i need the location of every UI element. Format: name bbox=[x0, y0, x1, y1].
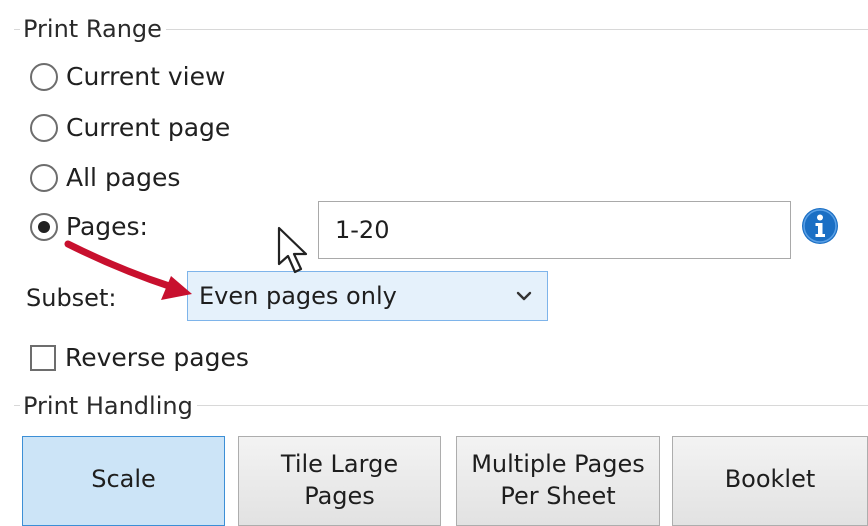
subset-selected-value: Even pages only bbox=[199, 282, 397, 310]
radio-label: Current view bbox=[66, 62, 226, 91]
pages-range-input[interactable] bbox=[318, 201, 791, 259]
mouse-cursor-icon bbox=[277, 226, 308, 274]
radio-current-page[interactable]: Current page bbox=[30, 111, 230, 145]
info-icon[interactable] bbox=[801, 207, 839, 245]
reverse-pages-checkbox[interactable] bbox=[30, 345, 56, 371]
multiple-pages-per-sheet-button[interactable]: Multiple Pages Per Sheet bbox=[456, 436, 660, 526]
chevron-down-icon bbox=[516, 291, 532, 301]
booklet-button[interactable]: Booklet bbox=[672, 436, 868, 526]
radio-current-view[interactable]: Current view bbox=[30, 60, 225, 94]
radio-label: Pages: bbox=[66, 212, 148, 241]
radio-button[interactable] bbox=[30, 164, 58, 192]
radio-pages[interactable]: Pages: bbox=[30, 210, 148, 244]
subset-label: Subset: bbox=[26, 284, 117, 312]
radio-label: Current page bbox=[66, 113, 231, 142]
radio-button-selected[interactable] bbox=[30, 213, 58, 241]
scale-button[interactable]: Scale bbox=[22, 436, 225, 526]
print-range-title: Print Range bbox=[20, 15, 166, 43]
radio-button[interactable] bbox=[30, 63, 58, 91]
print-handling-title: Print Handling bbox=[20, 392, 197, 420]
reverse-pages-label: Reverse pages bbox=[65, 343, 249, 372]
reverse-pages-row[interactable]: Reverse pages bbox=[30, 341, 249, 375]
radio-label: All pages bbox=[66, 163, 181, 192]
radio-button[interactable] bbox=[30, 114, 58, 142]
subset-dropdown[interactable]: Even pages only bbox=[187, 271, 548, 321]
radio-all-pages[interactable]: All pages bbox=[30, 161, 180, 195]
tile-large-pages-button[interactable]: Tile Large Pages bbox=[238, 436, 441, 526]
